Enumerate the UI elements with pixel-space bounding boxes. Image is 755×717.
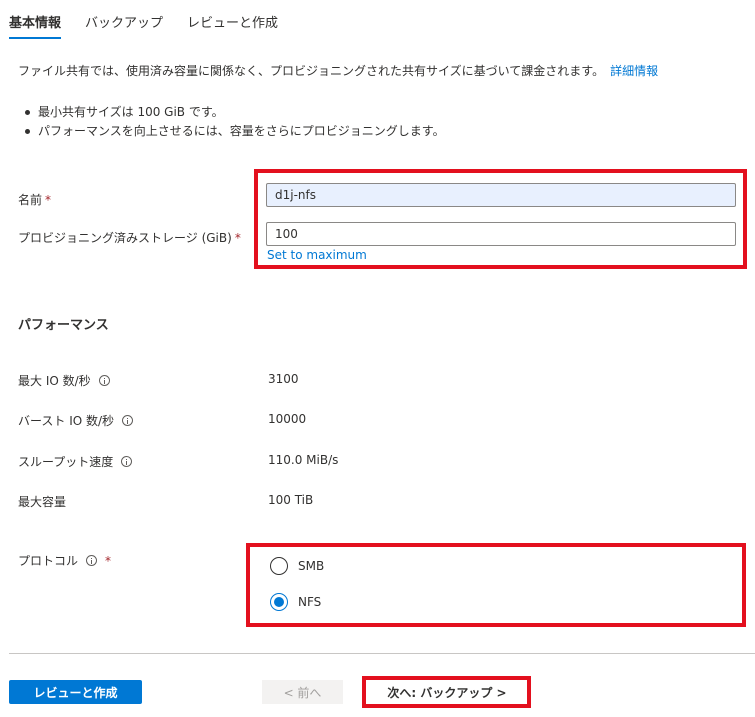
bullet-min-size: 最小共有サイズは 100 GiB です。 [25, 103, 445, 122]
info-icon[interactable] [122, 415, 134, 426]
tab-bar: 基本情報 バックアップ レビューと作成 [9, 0, 302, 40]
max-iops-label-text: 最大 IO 数/秒 [18, 374, 91, 388]
info-bullet-list: 最小共有サイズは 100 GiB です。 パフォーマンスを向上させるには、容量を… [25, 103, 445, 141]
info-icon[interactable] [98, 375, 110, 386]
name-label: 名前 * [18, 191, 51, 208]
learn-more-link[interactable]: 詳細情報 [610, 64, 658, 78]
required-mark: * [45, 193, 52, 207]
info-icon[interactable] [121, 456, 133, 467]
name-label-text: 名前 [18, 193, 43, 207]
max-capacity-label: 最大容量 [18, 493, 66, 510]
tab-backup[interactable]: バックアップ [85, 0, 163, 40]
max-capacity-value: 100 TiB [268, 493, 314, 507]
info-icon[interactable] [86, 555, 98, 566]
burst-iops-label: バースト IO 数/秒 [18, 412, 134, 429]
billing-description-text: ファイル共有では、使用済み容量に関係なく、プロビジョニングされた共有サイズに基づ… [18, 64, 605, 78]
storage-label: プロビジョニング済みストレージ (GiB) * [18, 229, 241, 246]
storage-label-text: プロビジョニング済みストレージ (GiB) [18, 231, 232, 245]
protocol-label: プロトコル * [18, 552, 111, 569]
max-iops-value: 3100 [268, 372, 299, 386]
highlight-box-fields [254, 169, 747, 269]
burst-iops-value: 10000 [268, 412, 307, 426]
previous-button[interactable]: < 前へ [262, 680, 343, 704]
highlight-box-protocol [246, 543, 746, 627]
required-mark: * [234, 231, 241, 245]
highlight-box-next [362, 676, 531, 708]
tab-review-create[interactable]: レビューと作成 [187, 0, 278, 40]
required-mark: * [105, 553, 112, 568]
max-capacity-label-text: 最大容量 [18, 495, 67, 509]
tab-basics[interactable]: 基本情報 [9, 0, 62, 40]
burst-iops-label-text: バースト IO 数/秒 [18, 414, 115, 428]
throughput-label: スループット速度 [18, 453, 133, 470]
performance-title: パフォーマンス [18, 318, 109, 333]
throughput-label-text: スループット速度 [18, 455, 114, 469]
bullet-performance-tip: パフォーマンスを向上させるには、容量をさらにプロビジョニングします。 [25, 122, 445, 141]
billing-description: ファイル共有では、使用済み容量に関係なく、プロビジョニングされた共有サイズに基づ… [18, 62, 658, 79]
review-create-button[interactable]: レビューと作成 [9, 680, 142, 704]
protocol-label-text: プロトコル [18, 554, 79, 568]
footer-divider [9, 653, 755, 654]
max-iops-label: 最大 IO 数/秒 [18, 372, 110, 389]
throughput-value: 110.0 MiB/s [268, 453, 339, 467]
